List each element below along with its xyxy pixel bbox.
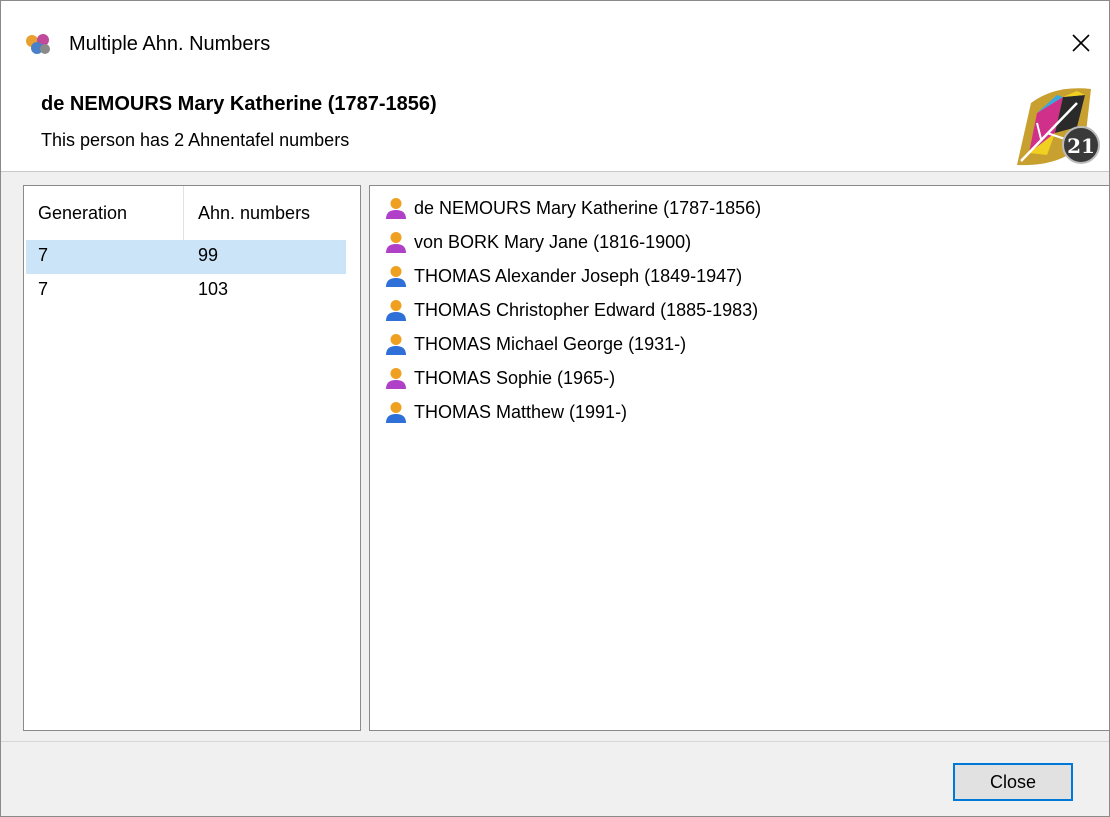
lineage-list: de NEMOURS Mary Katherine (1787-1856) vo… — [369, 185, 1109, 731]
brand-logo-21-icon: 21 — [1007, 83, 1103, 171]
ahn-number-cell: 103 — [198, 279, 229, 299]
female-person-icon — [386, 198, 406, 219]
ahn-number-cell: 99 — [198, 245, 219, 265]
person-name: de NEMOURS Mary Katherine (1787-1856) — [414, 197, 762, 218]
person-name: THOMAS Matthew (1991-) — [414, 401, 628, 422]
person-name: THOMAS Michael George (1931-) — [414, 333, 687, 354]
female-person-icon — [386, 232, 406, 253]
window-title: Multiple Ahn. Numbers — [69, 33, 271, 55]
table-row[interactable]: 7 99 — [26, 240, 346, 274]
female-person-icon — [386, 368, 406, 389]
person-name: von BORK Mary Jane (1816-1900) — [414, 231, 692, 252]
ahnentafel-count-text: This person has 2 Ahnentafel numbers — [41, 130, 350, 150]
male-person-icon — [386, 334, 406, 355]
person-name: THOMAS Alexander Joseph (1849-1947) — [414, 265, 743, 286]
dialog-window: Multiple Ahn. Numbers de NEMOURS Mary Ka… — [0, 0, 1110, 817]
close-icon — [1072, 34, 1090, 52]
title-bar: Multiple Ahn. Numbers — [1, 1, 1109, 75]
column-header-generation[interactable]: Generation — [24, 186, 184, 240]
list-item[interactable]: THOMAS Michael George (1931-) — [384, 328, 686, 360]
male-person-icon — [386, 300, 406, 321]
close-button[interactable]: Close — [953, 763, 1073, 801]
dialog-header: de NEMOURS Mary Katherine (1787-1856) Th… — [1, 75, 1109, 172]
list-item[interactable]: von BORK Mary Jane (1816-1900) — [384, 226, 691, 258]
family-tree-app-icon — [23, 31, 53, 57]
person-title: de NEMOURS Mary Katherine (1787-1856) — [41, 93, 437, 115]
generation-cell: 7 — [38, 279, 49, 299]
list-item[interactable]: de NEMOURS Mary Katherine (1787-1856) — [384, 192, 761, 224]
footer-divider — [1, 741, 1109, 742]
generation-cell: 7 — [38, 245, 49, 265]
column-header-ahn-numbers[interactable]: Ahn. numbers — [184, 186, 346, 240]
list-item[interactable]: THOMAS Christopher Edward (1885-1983) — [384, 294, 758, 326]
male-person-icon — [386, 266, 406, 287]
male-person-icon — [386, 402, 406, 423]
list-item[interactable]: THOMAS Alexander Joseph (1849-1947) — [384, 260, 742, 292]
list-item[interactable]: THOMAS Matthew (1991-) — [384, 396, 627, 428]
ahnentafel-table: Generation Ahn. numbers 7 99 7 103 — [23, 185, 361, 731]
svg-text:21: 21 — [1067, 134, 1095, 158]
person-name: THOMAS Sophie (1965-) — [414, 367, 616, 388]
close-window-button[interactable] — [1061, 25, 1101, 61]
list-item[interactable]: THOMAS Sophie (1965-) — [384, 362, 615, 394]
table-row[interactable]: 7 103 — [26, 274, 346, 308]
person-name: THOMAS Christopher Edward (1885-1983) — [414, 299, 759, 320]
